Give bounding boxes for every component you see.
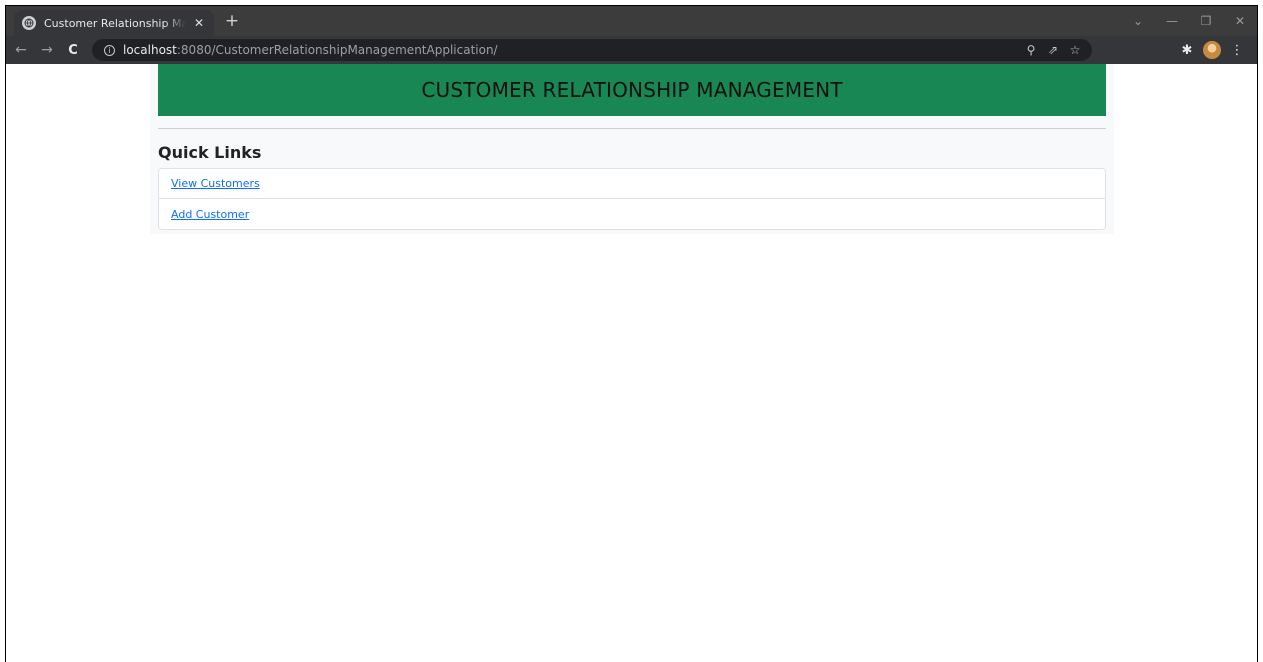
close-icon[interactable]: ✕ <box>192 16 206 30</box>
list-item: Add Customer <box>159 199 1105 229</box>
avatar[interactable] <box>1203 41 1221 59</box>
tab-strip: Customer Relationship Management Applica… <box>6 6 1257 36</box>
star-icon[interactable]: ☆ <box>1064 43 1086 57</box>
zoom-icon[interactable]: ⚲ <box>1020 43 1042 57</box>
share-icon[interactable]: ⇗ <box>1042 43 1064 57</box>
window-controls: ⌄ — ❐ ✕ <box>1121 6 1257 36</box>
toolbar-right: ✱ ⋮ <box>1175 36 1249 64</box>
info-icon[interactable]: i <box>104 44 115 56</box>
header-banner: CUSTOMER RELATIONSHIP MANAGEMENT <box>158 64 1106 116</box>
puzzle-icon[interactable]: ✱ <box>1175 43 1199 58</box>
globe-icon <box>22 16 36 30</box>
page-title: CUSTOMER RELATIONSHIP MANAGEMENT <box>421 78 843 102</box>
page-content: CUSTOMER RELATIONSHIP MANAGEMENT Quick L… <box>6 64 1257 662</box>
quick-links-heading: Quick Links <box>158 143 262 162</box>
divider <box>158 128 1106 129</box>
view-customers-link[interactable]: View Customers <box>171 177 260 190</box>
reload-icon[interactable]: C <box>62 39 84 61</box>
omnibox-actions: ⚲ ⇗ ☆ <box>1020 39 1086 61</box>
close-window-icon[interactable]: ✕ <box>1223 6 1257 36</box>
new-tab-button[interactable]: + <box>222 11 242 31</box>
tab-title: Customer Relationship Management Applica… <box>44 16 186 30</box>
kebab-menu-icon[interactable]: ⋮ <box>1225 43 1249 58</box>
back-arrow-icon[interactable]: ← <box>10 39 32 61</box>
quick-links-list: View Customers Add Customer <box>158 168 1106 230</box>
browser-tab[interactable]: Customer Relationship Management Applica… <box>14 10 214 36</box>
list-item: View Customers <box>159 169 1105 199</box>
browser-toolbar: ← → C i localhost :8080/CustomerRelation… <box>6 36 1257 64</box>
forward-arrow-icon[interactable]: → <box>36 39 58 61</box>
minimize-icon[interactable]: — <box>1155 6 1189 36</box>
browser-window: Customer Relationship Management Applica… <box>5 5 1258 662</box>
restore-icon[interactable]: ❐ <box>1189 6 1223 36</box>
chevron-down-icon[interactable]: ⌄ <box>1121 6 1155 36</box>
url-path: :8080/CustomerRelationshipManagementAppl… <box>176 43 498 57</box>
address-bar[interactable]: i localhost :8080/CustomerRelationshipMa… <box>92 39 1092 61</box>
add-customer-link[interactable]: Add Customer <box>171 208 249 221</box>
main-container: CUSTOMER RELATIONSHIP MANAGEMENT Quick L… <box>150 64 1114 234</box>
url-host: localhost <box>123 43 177 57</box>
